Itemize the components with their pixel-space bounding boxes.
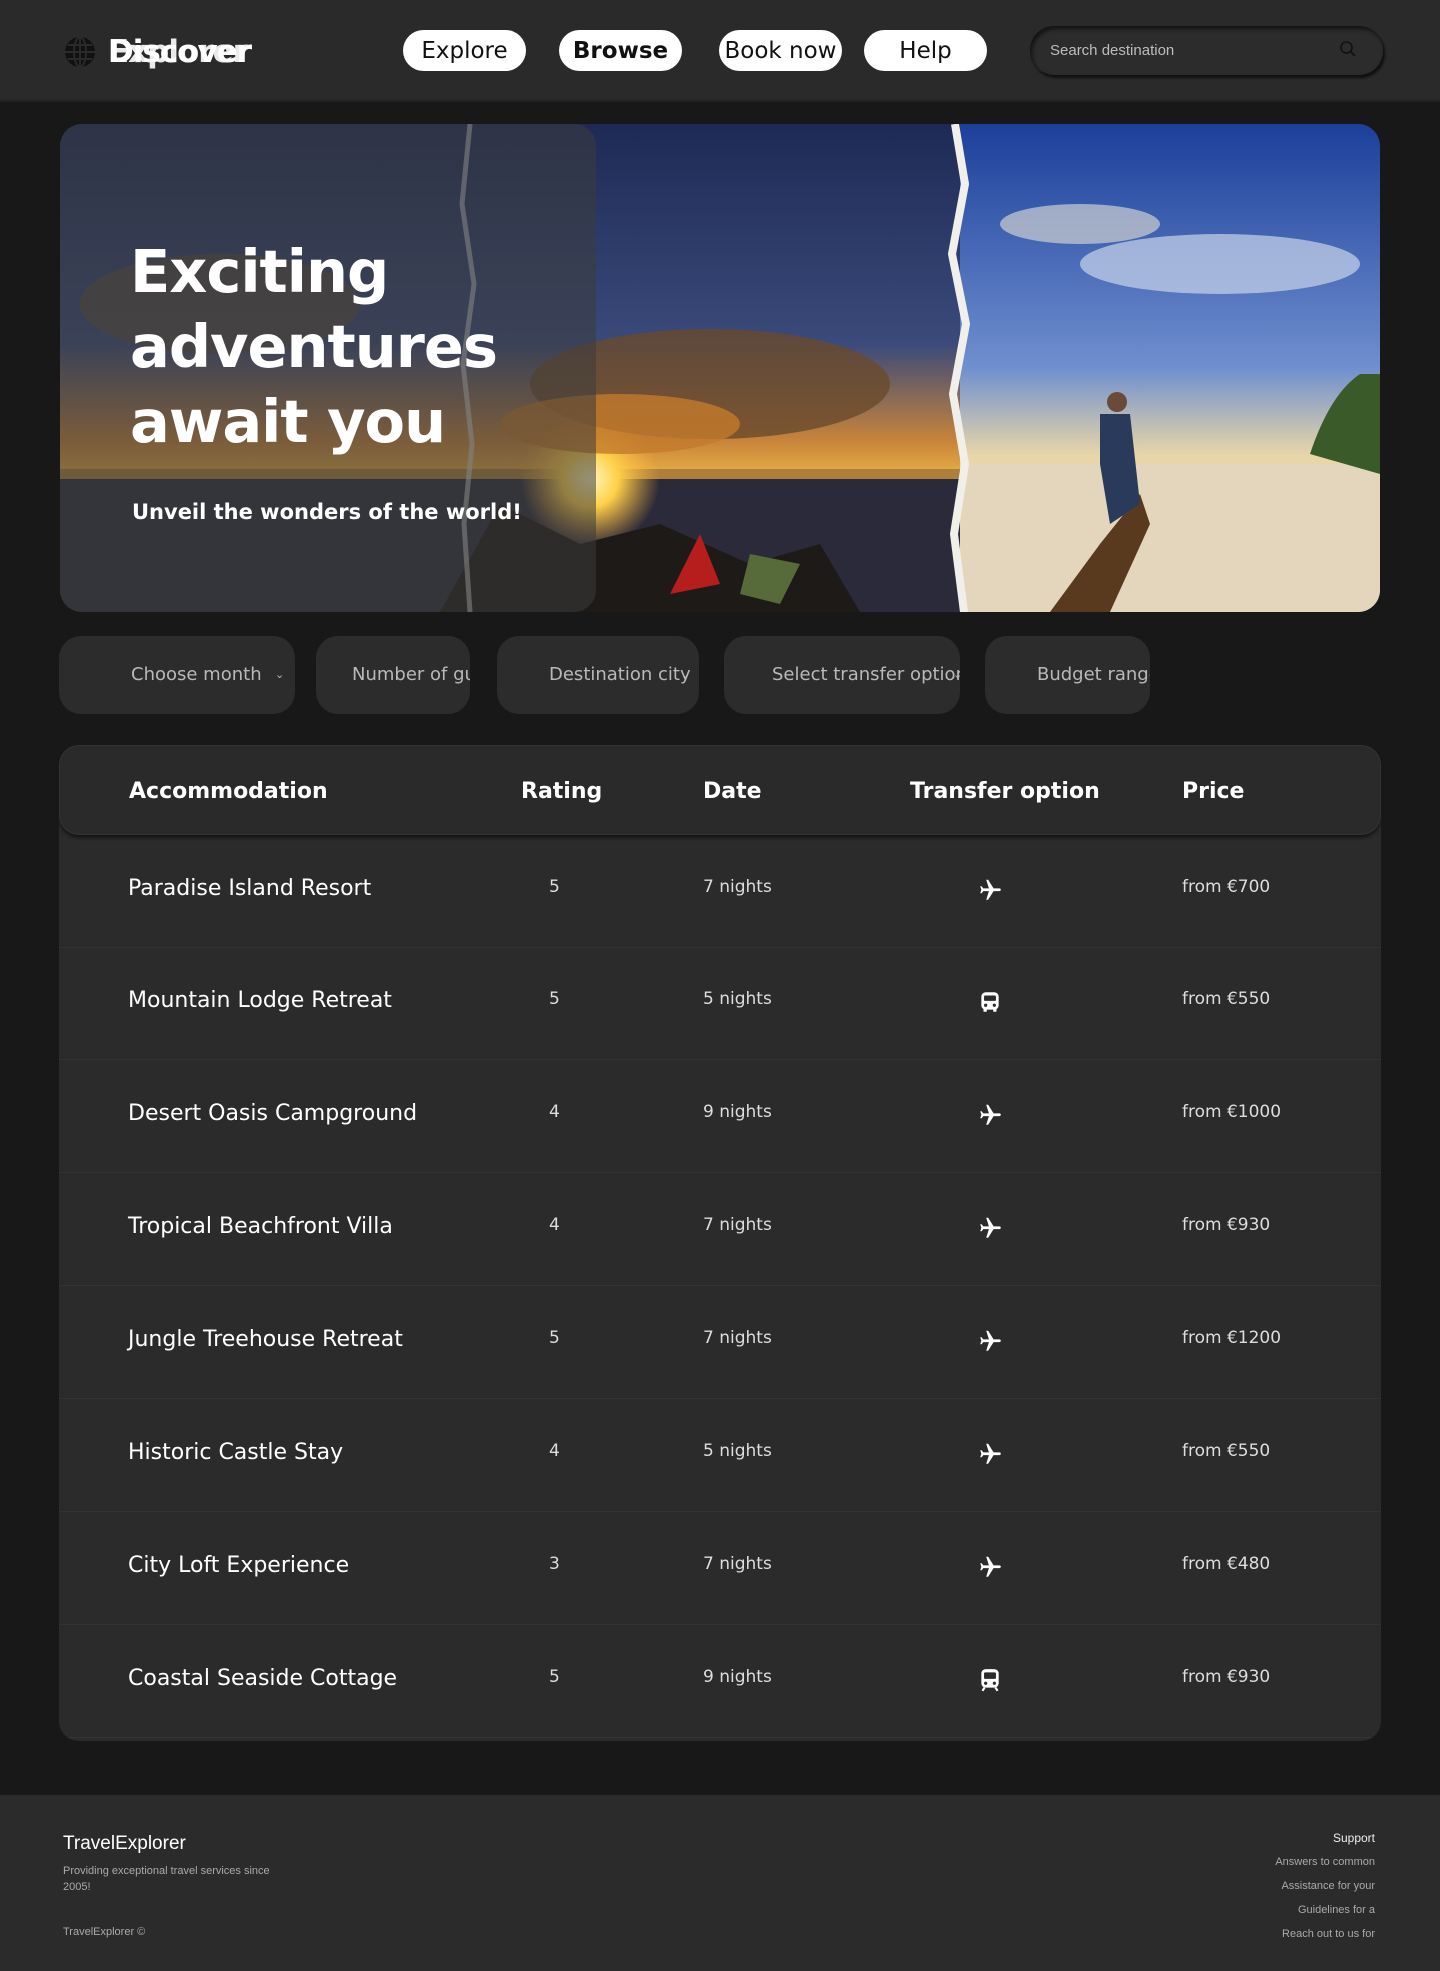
globe-icon (65, 36, 95, 68)
rating-value: 5 (549, 1667, 560, 1687)
filter-transfer-label: Select transfer option (772, 664, 960, 685)
table-row[interactable]: Desert Oasis Campground 4 9 nights from €10… (59, 1060, 1381, 1173)
logo[interactable]: Discover Explorer (64, 34, 252, 70)
filter-destination-label: Destination city (549, 664, 691, 685)
date-value: 7 nights (703, 1215, 772, 1235)
filter-budget-label: Budget range (1037, 664, 1150, 685)
rating-value: 4 (549, 1102, 560, 1122)
column-header-rating[interactable]: Rating (521, 779, 602, 804)
table-row[interactable]: Coastal Seaside Cottage 5 9 nights from €93… (59, 1625, 1381, 1738)
table-row[interactable]: City Loft Experience 3 7 nights from €480 (59, 1512, 1381, 1625)
price-value: from €480 (1182, 1554, 1271, 1574)
column-header-date[interactable]: Date (703, 779, 762, 804)
chevron-down-icon: ⌄ (953, 668, 960, 681)
footer-support-link[interactable]: Reach out to us for (1282, 1928, 1375, 1940)
search-input[interactable]: Search destination (1030, 26, 1383, 75)
price-value: from €1200 (1182, 1328, 1282, 1348)
date-value: 9 nights (703, 1667, 772, 1687)
accommodation-name[interactable]: Coastal Seaside Cottage (128, 1666, 397, 1691)
rating-value: 4 (549, 1215, 560, 1235)
search-placeholder: Search destination (1050, 42, 1175, 59)
column-header-price[interactable]: Price (1182, 779, 1244, 804)
bus-icon (977, 989, 1003, 1015)
price-value: from €930 (1182, 1667, 1271, 1687)
hero-banner: Exciting adventures await you Unveil the… (60, 124, 1380, 612)
accommodation-name[interactable]: Mountain Lodge Retreat (128, 988, 392, 1013)
table-row[interactable]: Tropical Beachfront Villa 4 7 nights from €… (59, 1173, 1381, 1286)
plane-icon (977, 1328, 1003, 1354)
hero-subtitle: Unveil the wonders of the world! (132, 500, 522, 524)
price-value: from €1000 (1182, 1102, 1282, 1122)
table-row[interactable]: Paradise Island Resort 5 7 nights from €700 (59, 835, 1381, 948)
rating-value: 5 (549, 989, 560, 1009)
plane-icon (977, 1102, 1003, 1128)
filter-guests-input[interactable]: Number of guests (316, 636, 470, 714)
footer-support-heading: Support (1332, 1831, 1375, 1845)
footer-copyright: TravelExplorer © (63, 1926, 146, 1938)
train-icon (977, 1667, 1003, 1693)
top-header: Discover Explorer Explore Browse Book no… (0, 0, 1440, 102)
logo-text: Discover Explorer (108, 34, 252, 70)
date-value: 5 nights (703, 989, 772, 1009)
plane-icon (977, 1441, 1003, 1467)
accommodation-name[interactable]: Historic Castle Stay (128, 1440, 343, 1465)
rating-value: 5 (549, 877, 560, 897)
accommodation-table: Accommodation Rating Date Transfer optio… (59, 745, 1381, 1741)
chevron-down-icon: ⌄ (681, 668, 691, 681)
price-value: from €700 (1182, 877, 1271, 897)
footer-brand: TravelExplorer (63, 1833, 186, 1854)
price-value: from €550 (1182, 989, 1271, 1009)
date-value: 9 nights (703, 1102, 772, 1122)
filter-month-select[interactable]: Choose month ⌄ (59, 636, 295, 714)
table-row[interactable]: Historic Castle Stay 4 5 nights from €550 (59, 1399, 1381, 1512)
plane-icon (977, 877, 1003, 903)
search-icon[interactable] (1339, 40, 1357, 58)
hero-title: Exciting adventures await you (130, 237, 498, 456)
footer-support-link[interactable]: Answers to common (1275, 1856, 1375, 1868)
footer-tagline: Providing exceptional travel services si… (63, 1865, 270, 1893)
footer: TravelExplorer Providing exceptional tra… (0, 1795, 1440, 1971)
price-value: from €930 (1182, 1215, 1271, 1235)
accommodation-name[interactable]: City Loft Experience (128, 1553, 349, 1578)
date-value: 5 nights (703, 1441, 772, 1461)
accommodation-name[interactable]: Desert Oasis Campground (128, 1101, 417, 1126)
date-value: 7 nights (703, 1328, 772, 1348)
accommodation-name[interactable]: Jungle Treehouse Retreat (128, 1327, 403, 1352)
date-value: 7 nights (703, 877, 772, 897)
logo-text-b: Explorer (108, 34, 248, 70)
footer-support-link[interactable]: Guidelines for a (1298, 1904, 1375, 1916)
accommodation-name[interactable]: Tropical Beachfront Villa (128, 1214, 393, 1239)
footer-support-link[interactable]: Assistance for your (1281, 1880, 1375, 1892)
filter-destination-select[interactable]: Destination city ⌄ (497, 636, 699, 714)
chevron-down-icon: ⌄ (275, 668, 285, 681)
plane-icon (977, 1554, 1003, 1580)
filter-budget-input[interactable]: Budget range (985, 636, 1150, 714)
filter-month-label: Choose month (131, 664, 262, 685)
nav-help-button[interactable]: Help (864, 30, 987, 71)
column-header-accommodation[interactable]: Accommodation (129, 779, 328, 804)
nav-explore-button[interactable]: Explore (403, 30, 526, 71)
plane-icon (977, 1215, 1003, 1241)
date-value: 7 nights (703, 1554, 772, 1574)
table-row[interactable]: Mountain Lodge Retreat 5 5 nights from €550 (59, 947, 1381, 1060)
table-header: Accommodation Rating Date Transfer optio… (59, 745, 1381, 835)
filter-transfer-select[interactable]: Select transfer option ⌄ (724, 636, 960, 714)
nav-browse-button[interactable]: Browse (559, 30, 682, 71)
table-row[interactable]: Jungle Treehouse Retreat 5 7 nights from €1… (59, 1286, 1381, 1399)
accommodation-name[interactable]: Paradise Island Resort (128, 876, 371, 901)
rating-value: 4 (549, 1441, 560, 1461)
filter-guests-label: Number of guests (352, 664, 470, 685)
column-header-transfer[interactable]: Transfer option (910, 779, 1100, 804)
rating-value: 5 (549, 1328, 560, 1348)
nav-book-now-button[interactable]: Book now (719, 30, 842, 71)
price-value: from €550 (1182, 1441, 1271, 1461)
rating-value: 3 (549, 1554, 560, 1574)
